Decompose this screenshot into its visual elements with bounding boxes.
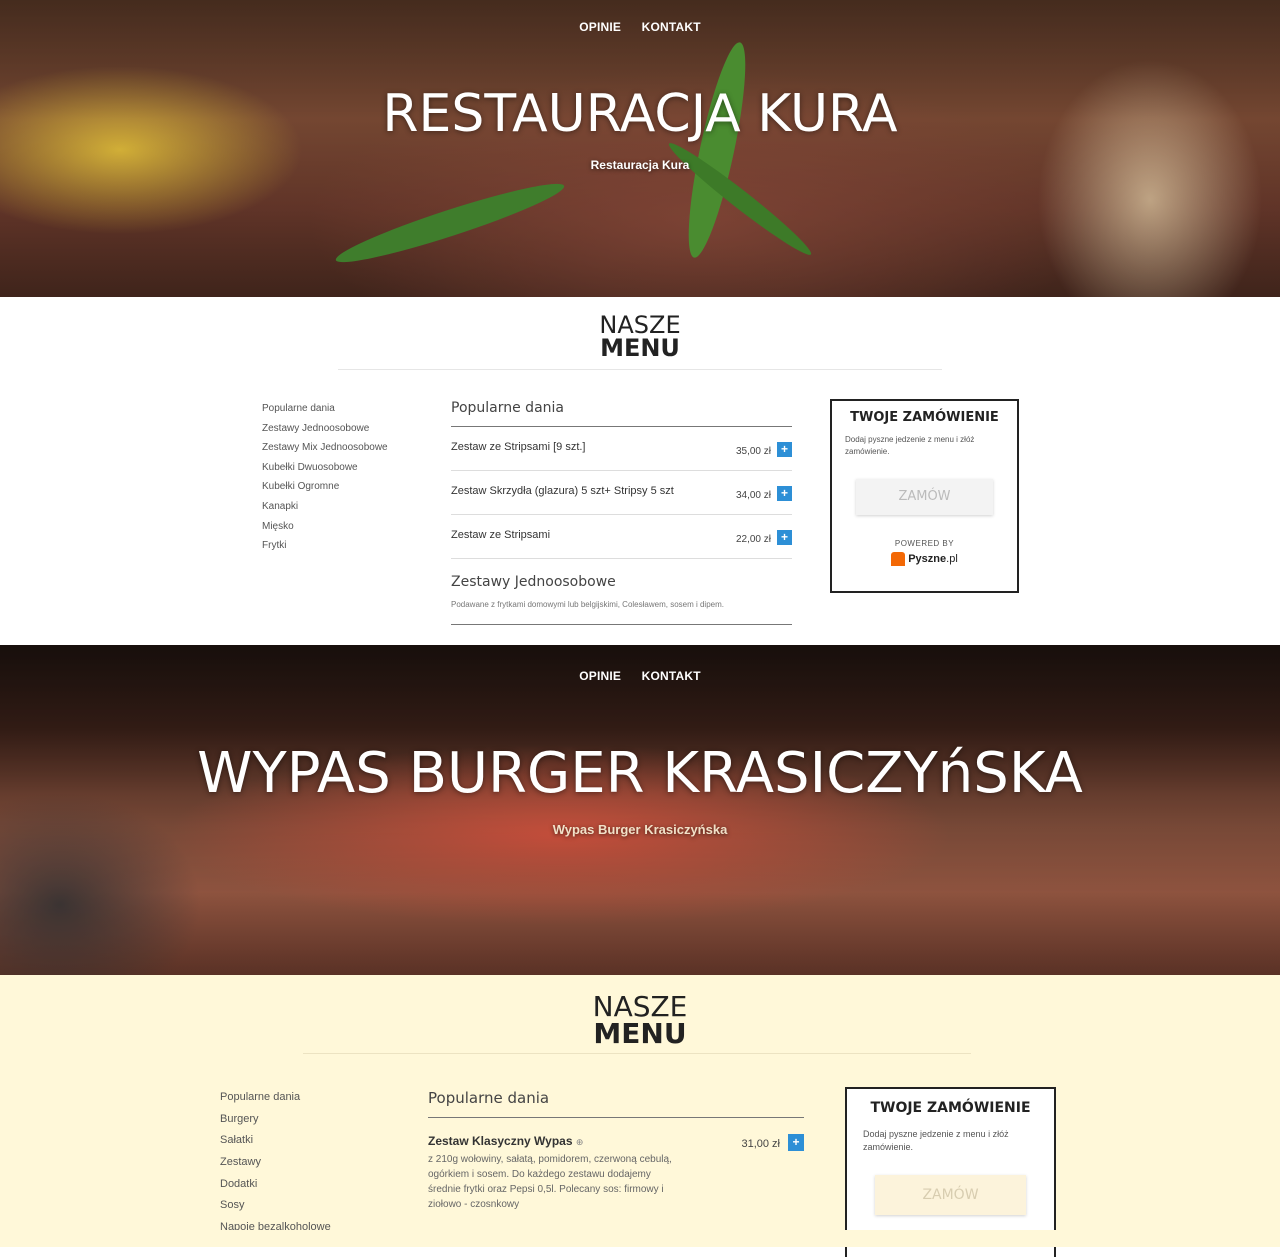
top-nav: OPINIE KONTAKT	[0, 18, 1280, 36]
category-link[interactable]: Kubełki Dwuosobowe	[262, 462, 388, 482]
category-link[interactable]: Kubełki Ogromne	[262, 481, 388, 501]
pyszne-logo[interactable]: Pyszne.pl	[891, 552, 958, 566]
item-name: Zestaw Klasyczny Wypas	[428, 1134, 573, 1148]
item-price: 22,00 zł	[735, 534, 771, 545]
add-icon[interactable]: +	[788, 1134, 804, 1152]
powered-by: POWERED BY Pyszne.pl	[832, 539, 1017, 571]
cart-text: Dodaj pyszne jedzenie z menu i złóż zamó…	[863, 1129, 1009, 1152]
add-icon[interactable]: +	[777, 486, 792, 502]
menu-heading: NASZE MENU	[599, 311, 681, 362]
menu-heading: NASZE MENU	[592, 990, 688, 1050]
cart-title: TWOJE ZAMÓWIENIE	[850, 410, 999, 425]
category-link[interactable]: Burgery	[220, 1113, 331, 1135]
category-link[interactable]: Zestawy Jednoosobowe	[262, 423, 388, 443]
category-link[interactable]: Sosy	[220, 1199, 331, 1221]
item-price: 31,00 zł	[741, 1138, 780, 1150]
order-button[interactable]: ZAMÓW	[875, 1175, 1026, 1215]
restaurant-subtitle: Restauracja Kura	[590, 158, 690, 172]
category-link[interactable]: Dodatki	[220, 1178, 331, 1200]
add-icon[interactable]: +	[777, 530, 792, 546]
cart-text: Dodaj pyszne jedzenie z menu i złóż zamó…	[845, 435, 975, 456]
item-name: Zestaw Skrzydła (glazura) 5 szt+ Stripsy…	[451, 485, 674, 497]
category-list: Popularne dania Burgery Sałatki Zestawy …	[220, 1091, 331, 1231]
divider	[451, 558, 792, 559]
section-title: Popularne dania	[451, 400, 564, 416]
add-icon[interactable]: +	[777, 442, 792, 458]
category-list: Popularne dania Zestawy Jednoosobowe Zes…	[262, 403, 388, 560]
category-link[interactable]: Zestawy Mix Jednoosobowe	[262, 442, 388, 462]
category-link[interactable]: Kanapki	[262, 501, 388, 521]
nav-kontakt-link[interactable]: KONTAKT	[642, 669, 701, 683]
item-name: Zestaw ze Stripsami	[451, 529, 551, 541]
item-price: 35,00 zł	[735, 446, 771, 457]
hero-overlay	[0, 0, 1280, 297]
divider	[451, 470, 792, 471]
section-description: Podawane z frytkami domowymi lub belgijs…	[451, 600, 724, 609]
bottom-fade	[0, 1230, 1280, 1247]
menu-item[interactable]: Zestaw Skrzydła (glazura) 5 szt+ Stripsy…	[451, 485, 792, 503]
category-link[interactable]: Popularne dania	[262, 403, 388, 423]
category-link[interactable]: Zestawy	[220, 1156, 331, 1178]
category-link[interactable]: Popularne dania	[220, 1091, 331, 1113]
menu-item[interactable]: Zestaw ze Stripsami [9 szt.] 35,00 zł +	[451, 441, 792, 459]
restaurant-subtitle: Wypas Burger Krasiczyńska	[552, 822, 728, 837]
nav-kontakt-link[interactable]: KONTAKT	[642, 20, 701, 34]
order-cart: TWOJE ZAMÓWIENIE Dodaj pyszne jedzenie z…	[830, 399, 1019, 593]
menu-item[interactable]: Zestaw ze Stripsami 22,00 zł +	[451, 529, 792, 547]
restaurant-title: WYPAS BURGER KRASICZYńSKA	[197, 741, 1083, 806]
category-link[interactable]: Mięsko	[262, 521, 388, 541]
order-button[interactable]: ZAMÓW	[856, 479, 993, 515]
item-price: 34,00 zł	[735, 490, 771, 501]
divider	[303, 1053, 971, 1054]
category-link[interactable]: Sałatki	[220, 1134, 331, 1156]
nav-opinie-link[interactable]: OPINIE	[579, 20, 621, 34]
nav-opinie-link[interactable]: OPINIE	[579, 669, 621, 683]
hero-overlay	[0, 645, 1280, 975]
category-link[interactable]: Frytki	[262, 540, 388, 560]
info-icon[interactable]: ⊕	[576, 1137, 584, 1147]
hero-banner: OPINIE KONTAKT RESTAURACJA KURA Restaura…	[0, 0, 1280, 297]
divider	[451, 426, 792, 427]
section-title: Zestawy Jednoosobowe	[451, 574, 616, 590]
divider	[451, 514, 792, 515]
item-name: Zestaw ze Stripsami [9 szt.]	[451, 441, 586, 453]
divider	[428, 1117, 804, 1118]
cart-title: TWOJE ZAMÓWIENIE	[870, 1100, 1031, 1116]
pyszne-logo-icon	[891, 552, 906, 566]
section-title: Popularne dania	[428, 1089, 550, 1107]
top-nav: OPINIE KONTAKT	[0, 667, 1280, 685]
item-description: z 210g wołowiny, sałatą, pomidorem, czer…	[428, 1154, 672, 1210]
divider	[338, 369, 942, 370]
menu-item[interactable]: Zestaw Klasyczny Wypas ⊕ 31,00 zł +	[428, 1134, 804, 1152]
restaurant-title: RESTAURACJA KURA	[382, 84, 898, 144]
divider	[451, 624, 792, 625]
hero-banner: OPINIE KONTAKT WYPAS BURGER KRASICZYńSKA…	[0, 645, 1280, 975]
